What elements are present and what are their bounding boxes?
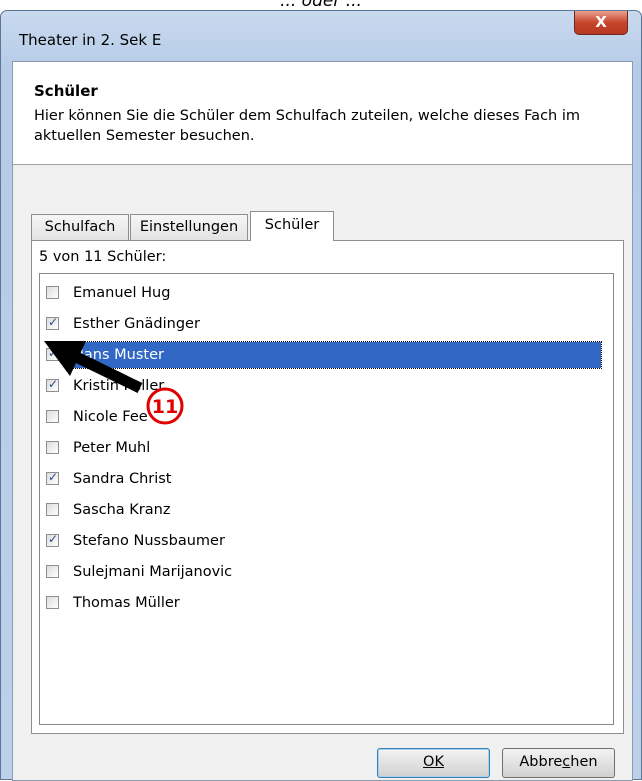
student-name: Sulejmani Marijanovic xyxy=(73,564,233,580)
student-row[interactable]: ✓ Kristin Keller xyxy=(40,373,613,399)
checkmark-icon: ✓ xyxy=(48,315,59,329)
window-title: Theater in 2. Sek E xyxy=(19,31,162,49)
tab-schueler[interactable]: Schüler xyxy=(250,211,334,241)
checkmark-icon: ✓ xyxy=(48,346,59,360)
student-row[interactable]: ✓ Hans Muster xyxy=(40,341,613,369)
dialog-window: Theater in 2. Sek E X Schüler Hier könne… xyxy=(0,10,642,781)
tab-panel-schueler: 5 von 11 Schüler: Emanuel Hug ✓ Esther Gnä… xyxy=(31,240,624,734)
student-row[interactable]: ✓ Esther Gnädinger xyxy=(40,311,613,337)
student-checkbox[interactable]: ✓ xyxy=(46,470,59,485)
checkmark-icon: ✓ xyxy=(48,532,59,546)
student-checkbox[interactable] xyxy=(46,596,59,609)
student-checkbox[interactable] xyxy=(46,503,59,516)
student-checkbox[interactable] xyxy=(46,441,59,454)
student-name: Hans Muster xyxy=(66,341,602,369)
ok-button-label: OK xyxy=(423,754,444,770)
header-panel: Schüler Hier können Sie die Schüler dem … xyxy=(13,62,632,165)
student-checkbox[interactable] xyxy=(46,410,59,423)
student-name: Kristin Keller xyxy=(73,378,165,394)
student-row[interactable]: Thomas Müller xyxy=(40,590,613,616)
student-row[interactable]: ✓ Stefano Nussbaumer xyxy=(40,528,613,554)
student-name: Sascha Kranz xyxy=(73,502,171,518)
tab-einstellungen[interactable]: Einstellungen xyxy=(130,214,248,240)
checkmark-icon: ✓ xyxy=(48,470,59,484)
checkmark-icon: ✓ xyxy=(48,377,59,391)
student-row[interactable]: Peter Muhl xyxy=(40,435,613,461)
student-row[interactable]: Sascha Kranz xyxy=(40,497,613,523)
student-row[interactable]: ✓ Sandra Christ xyxy=(40,466,613,492)
ok-button[interactable]: OK xyxy=(377,748,490,778)
student-name: Sandra Christ xyxy=(73,471,172,487)
tab-schulfach[interactable]: Schulfach xyxy=(31,214,129,240)
student-name: Emanuel Hug xyxy=(73,285,171,301)
student-checkbox[interactable] xyxy=(46,286,59,299)
student-row[interactable]: Nicole Fee xyxy=(40,404,613,430)
section-description: Hier können Sie die Schüler dem Schulfac… xyxy=(34,108,580,144)
student-name: Esther Gnädinger xyxy=(73,316,200,332)
student-row[interactable]: Sulejmani Marijanovic xyxy=(40,559,613,585)
section-title: Schüler xyxy=(34,82,98,100)
student-name: Nicole Fee xyxy=(73,409,148,425)
student-name: Peter Muhl xyxy=(73,440,151,456)
student-checkbox[interactable] xyxy=(46,565,59,578)
student-name: Stefano Nussbaumer xyxy=(73,533,225,549)
student-checkbox[interactable]: ✓ xyxy=(46,346,59,361)
student-checkbox[interactable]: ✓ xyxy=(46,532,59,547)
student-count-label: 5 von 11 Schüler: xyxy=(39,249,167,265)
student-name: Thomas Müller xyxy=(73,595,180,611)
cancel-label-pre: Abbre xyxy=(519,754,563,770)
student-checklist[interactable]: Emanuel Hug ✓ Esther Gnädinger ✓ Hans Muster… xyxy=(39,273,614,725)
close-button[interactable]: X xyxy=(574,11,628,35)
student-checkbox[interactable]: ✓ xyxy=(46,315,59,330)
student-row[interactable]: Emanuel Hug xyxy=(40,280,613,306)
dialog-client-area: Schüler Hier können Sie die Schüler dem … xyxy=(12,61,633,781)
student-checkbox[interactable]: ✓ xyxy=(46,377,59,392)
cancel-button[interactable]: Abbrechen xyxy=(502,748,615,778)
close-icon: X xyxy=(595,13,607,31)
cancel-label-post: hen xyxy=(570,754,598,770)
